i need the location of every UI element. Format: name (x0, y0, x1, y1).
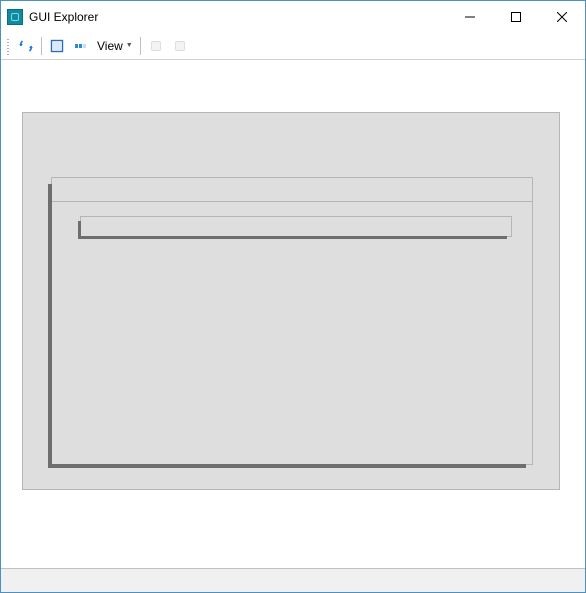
close-button[interactable] (539, 2, 585, 32)
view-menu-label: View (97, 39, 123, 53)
window-controls (447, 2, 585, 32)
maximize-icon (511, 12, 521, 22)
captured-window-outline[interactable] (22, 112, 560, 490)
statusbar (1, 568, 585, 592)
maximize-button[interactable] (493, 2, 539, 32)
toolbar: View ▼ (1, 32, 585, 60)
application-window: GUI Explorer (0, 0, 586, 593)
captured-childwindow-header (52, 178, 532, 202)
minimize-icon (465, 12, 475, 22)
refresh-icon (18, 38, 34, 54)
step-icon (148, 38, 164, 54)
toolbar-separator (140, 37, 141, 55)
app-icon (7, 9, 23, 25)
minimize-button[interactable] (447, 2, 493, 32)
window-title: GUI Explorer (29, 10, 98, 24)
toolbar-grip (5, 37, 10, 55)
stop-icon (172, 38, 188, 54)
close-icon (557, 12, 567, 22)
highlight-icon (73, 38, 89, 54)
toolbar-separator (41, 37, 42, 55)
highlight-button[interactable] (69, 35, 93, 57)
captured-childwindow-outline[interactable] (51, 177, 533, 465)
stop-button (168, 35, 192, 57)
outline-button[interactable] (45, 35, 69, 57)
captured-control-outline[interactable] (80, 216, 512, 237)
refresh-button[interactable] (14, 35, 38, 57)
titlebar: GUI Explorer (1, 1, 585, 32)
chevron-down-icon: ▼ (126, 42, 133, 49)
outline-icon (49, 38, 65, 54)
step-button (144, 35, 168, 57)
client-area (1, 60, 585, 568)
view-menu-button[interactable]: View ▼ (93, 35, 137, 57)
